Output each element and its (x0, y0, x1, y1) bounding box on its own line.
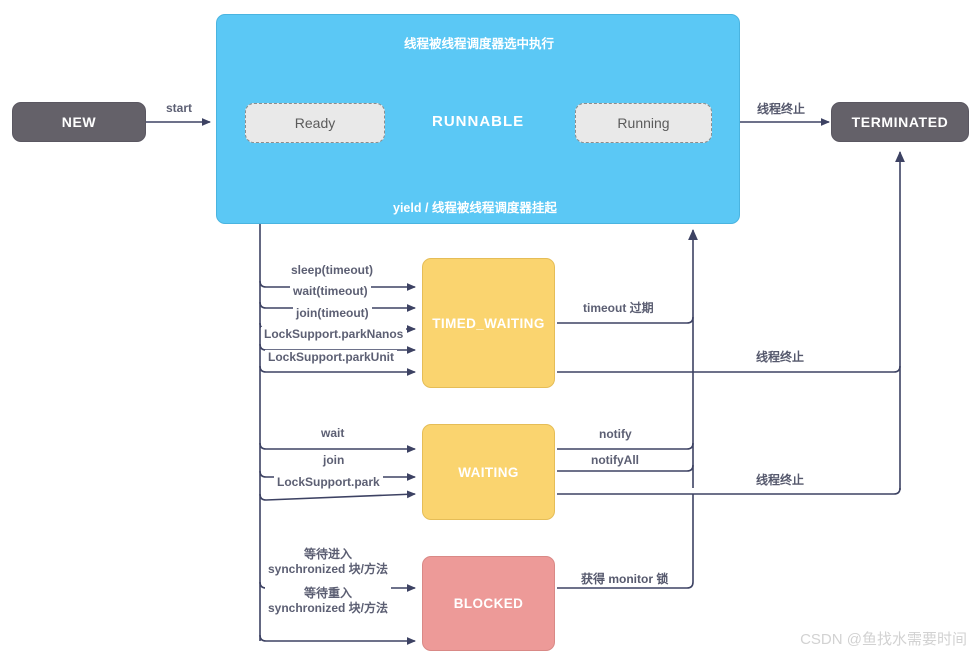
node-terminated-label: TERMINATED (851, 114, 949, 130)
node-timed-waiting-label: TIMED_WAITING (432, 315, 545, 331)
edge-label-enter-sync-line1: 等待进入 (304, 547, 353, 561)
edge-label-wait-timeout: wait(timeout) (290, 284, 371, 298)
node-running-label: Running (617, 115, 670, 131)
node-waiting[interactable]: WAITING (422, 424, 555, 520)
edge-label-acquire-monitor: 获得 monitor 锁 (578, 572, 672, 586)
edge-wait (259, 442, 416, 453)
node-runnable-label: RUNNABLE (432, 113, 525, 130)
edge-terminate-waiting (557, 487, 901, 495)
edge-timeout-expire (557, 316, 694, 324)
node-terminated[interactable]: TERMINATED (831, 102, 969, 142)
edge-label-reenter-sync: 等待重入 synchronized 块/方法 (265, 586, 392, 616)
edge-label-terminate-top: 线程终止 (754, 102, 809, 116)
watermark: CSDN @鱼找水需要时间 (800, 631, 967, 648)
node-blocked-label: BLOCKED (453, 596, 524, 611)
node-timed-waiting[interactable]: TIMED_WAITING (422, 258, 555, 388)
edge-label-enter-sync-line2: synchronized 块/方法 (268, 562, 389, 576)
edge-label-enter-sync: 等待进入 synchronized 块/方法 (265, 547, 392, 577)
runnable-bottom-label: yield / 线程被线程调度器挂起 (393, 201, 557, 215)
edge-label-sleep-timeout: sleep(timeout) (288, 263, 377, 277)
node-waiting-label: WAITING (458, 464, 519, 480)
edge-label-join-timeout: join(timeout) (293, 306, 372, 320)
edge-label-locksupport-park: LockSupport.park (274, 475, 383, 489)
edge-reenter-sync (259, 634, 416, 645)
edge-label-start: start (163, 101, 196, 115)
edge-terminate-timed (557, 365, 901, 373)
edge-label-timeout-expire: timeout 过期 (580, 301, 657, 315)
edge-label-terminate-waiting: 线程终止 (753, 473, 808, 487)
node-ready-label: Ready (294, 115, 336, 131)
edge-notify (557, 442, 694, 450)
node-blocked[interactable]: BLOCKED (422, 556, 555, 651)
edge-label-terminate-timed: 线程终止 (753, 350, 808, 364)
edge-label-notifyall: notifyAll (588, 453, 642, 467)
node-new[interactable]: NEW (12, 102, 146, 142)
edge-locksupport-park (259, 490, 416, 501)
edge-label-parknanos: LockSupport.parkNanos (261, 327, 407, 341)
node-new-label: NEW (61, 114, 97, 130)
thread-state-diagram: NEW TERMINATED 线程被线程调度器选中执行 RUNNABLE yie… (0, 0, 977, 665)
edge-label-notify: notify (596, 427, 635, 441)
edge-label-reenter-sync-line2: synchronized 块/方法 (268, 601, 389, 615)
node-running[interactable]: Running (575, 103, 712, 143)
edge-label-parkunit: LockSupport.parkUnit (265, 350, 398, 364)
edge-label-join: join (320, 453, 348, 467)
edge-label-reenter-sync-line1: 等待重入 (304, 586, 353, 600)
runnable-top-label: 线程被线程调度器选中执行 (404, 37, 555, 51)
node-ready[interactable]: Ready (245, 103, 385, 143)
edge-label-wait: wait (318, 426, 348, 440)
edge-parkunit (259, 365, 416, 376)
